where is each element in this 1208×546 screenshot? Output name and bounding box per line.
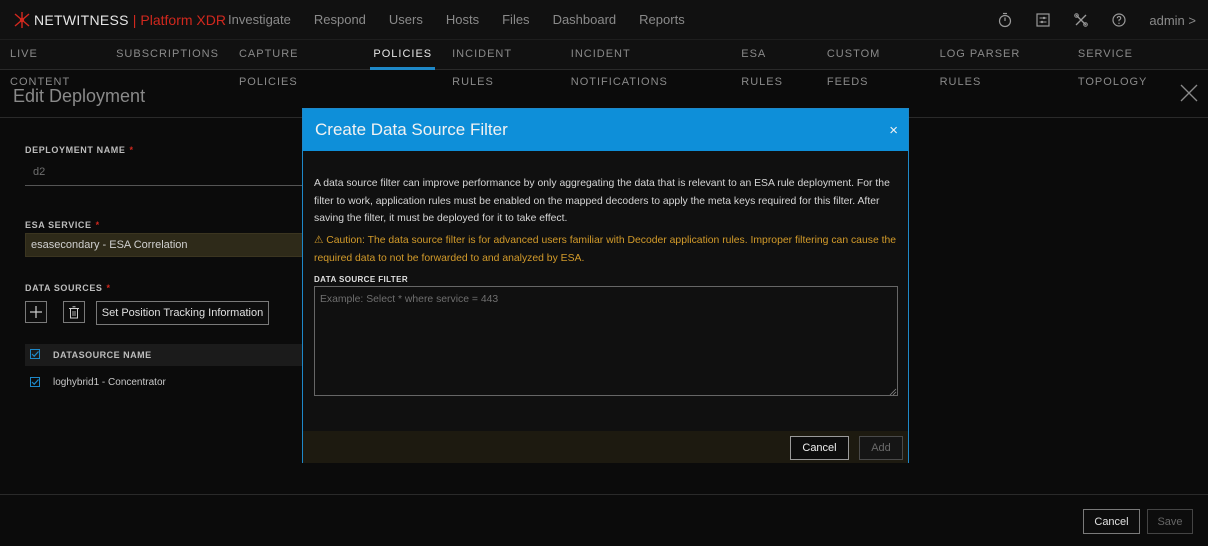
dialog-close-icon[interactable]: × <box>889 122 898 139</box>
cancel-button[interactable]: Cancel <box>1083 509 1140 534</box>
brand-name: NETWITNESS <box>34 11 129 28</box>
tab-log-parser-rules[interactable]: LOG PARSER RULES <box>940 40 1058 88</box>
dialog-cancel-button[interactable]: Cancel <box>790 436 849 460</box>
row-checkbox-icon[interactable] <box>30 377 40 387</box>
brand-product: Platform XDR <box>140 11 226 28</box>
dialog-description: A data source filter can improve perform… <box>314 178 890 224</box>
tab-custom-feeds[interactable]: CUSTOM FEEDS <box>827 40 920 88</box>
esa-service-label: ESA SERVICE * <box>25 220 100 230</box>
tools-icon[interactable] <box>1073 12 1089 28</box>
save-button[interactable]: Save <box>1147 509 1193 534</box>
settings-sliders-icon[interactable] <box>1035 12 1051 28</box>
esa-service-select[interactable]: esasecondary - ESA Correlation <box>25 233 305 257</box>
main-nav: Investigate Respond Users Hosts Files Da… <box>228 12 708 27</box>
esa-service-label-text: ESA SERVICE <box>25 220 92 230</box>
deployment-name-label-text: DEPLOYMENT NAME <box>25 145 126 155</box>
set-position-tracking-button[interactable]: Set Position Tracking Information <box>96 301 269 325</box>
tab-subscriptions[interactable]: SUBSCRIPTIONS <box>116 40 219 70</box>
trash-icon <box>69 305 79 318</box>
add-data-source-button[interactable] <box>25 301 47 323</box>
data-source-filter-label: DATA SOURCE FILTER <box>314 275 409 284</box>
netwitness-logo-icon <box>14 11 30 28</box>
dialog-add-button[interactable]: Add <box>859 436 903 460</box>
nav-dashboard[interactable]: Dashboard <box>553 12 617 27</box>
brand-separator: | <box>132 11 137 28</box>
top-navigation-bar: NETWITNESS | Platform XDR Investigate Re… <box>0 0 1208 40</box>
user-menu[interactable]: admin > <box>1149 13 1196 28</box>
nav-investigate[interactable]: Investigate <box>228 12 291 27</box>
nav-respond[interactable]: Respond <box>314 12 366 27</box>
nav-hosts[interactable]: Hosts <box>446 12 479 27</box>
config-tabs: LIVE CONTENT SUBSCRIPTIONS CAPTURE POLIC… <box>0 40 1208 88</box>
tab-live-content[interactable]: LIVE CONTENT <box>10 40 96 88</box>
deployment-name-input[interactable]: d2 <box>33 166 45 178</box>
delete-data-source-button[interactable] <box>63 301 85 323</box>
page-title: Edit Deployment <box>13 86 146 106</box>
tab-incident-notifications[interactable]: INCIDENT NOTIFICATIONS <box>571 40 721 88</box>
dialog-title: Create Data Source Filter <box>315 120 508 139</box>
required-mark: * <box>106 283 111 293</box>
nav-files[interactable]: Files <box>502 12 529 27</box>
select-all-checkbox-icon[interactable] <box>30 349 40 359</box>
required-mark: * <box>129 145 134 155</box>
close-icon[interactable] <box>1178 82 1200 104</box>
deployment-name-label: DEPLOYMENT NAME * <box>25 145 134 155</box>
resize-handle-icon[interactable] <box>889 388 897 396</box>
datasource-name-column[interactable]: DATASOURCE NAME <box>53 350 152 360</box>
brand[interactable]: NETWITNESS | Platform XDR <box>0 10 228 30</box>
tab-capture-policies[interactable]: CAPTURE POLICIES <box>239 40 353 88</box>
nav-reports[interactable]: Reports <box>639 12 685 27</box>
create-data-source-filter-dialog: Create Data Source Filter × A data sourc… <box>302 108 909 463</box>
tab-policies[interactable]: POLICIES <box>370 40 435 70</box>
footer-divider <box>0 494 1208 495</box>
data-sources-label: DATA SOURCES * <box>25 283 111 293</box>
required-mark: * <box>95 220 100 230</box>
dialog-header: Create Data Source Filter × <box>303 109 908 151</box>
datasource-table-header: DATASOURCE NAME <box>25 344 305 366</box>
help-icon[interactable] <box>1111 12 1127 28</box>
nav-users[interactable]: Users <box>389 12 423 27</box>
data-source-filter-input[interactable] <box>314 286 898 396</box>
esa-service-value: esasecondary - ESA Correlation <box>31 239 188 251</box>
stopwatch-icon[interactable] <box>997 12 1013 28</box>
datasource-name-cell: loghybrid1 - Concentrator <box>53 377 166 388</box>
tab-service-topology[interactable]: SERVICE TOPOLOGY <box>1078 40 1198 88</box>
plus-icon <box>30 306 42 318</box>
tab-incident-rules[interactable]: INCIDENT RULES <box>452 40 551 88</box>
deployment-name-underline <box>25 185 305 186</box>
top-right-tools: admin > <box>975 0 1196 40</box>
caution-message: ⚠ Caution: The data source filter is for… <box>314 235 897 264</box>
data-sources-label-text: DATA SOURCES <box>25 283 103 293</box>
tab-esa-rules[interactable]: ESA RULES <box>741 40 807 88</box>
